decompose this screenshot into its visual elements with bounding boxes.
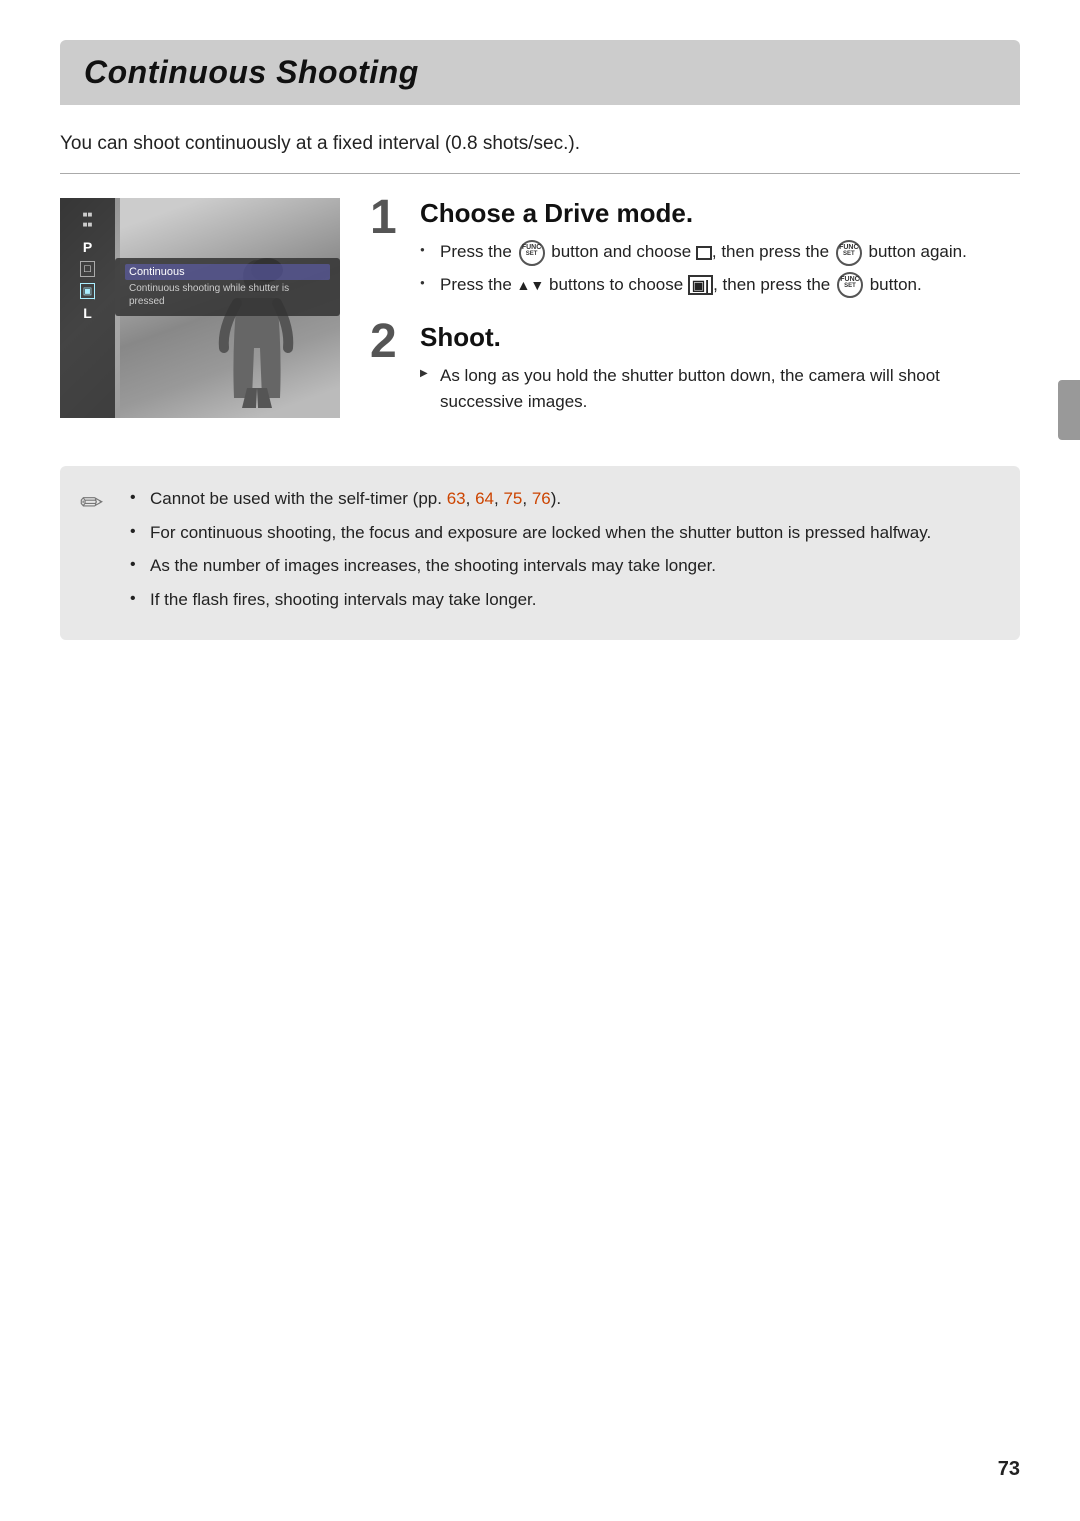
note-list: Cannot be used with the self-timer (pp. … [130,486,996,612]
note-box: ✏ Cannot be used with the self-timer (pp… [60,466,1020,640]
arrows-icon: ▲▼ [517,277,545,293]
func-set-button-1 [519,240,545,266]
step-1-title: Choose a Drive mode. [420,198,1020,229]
step-1-content: Choose a Drive mode. Press the button an… [420,198,1020,304]
cont-drive-icon: ▣| [688,275,713,296]
cam-mode-p: P [83,239,92,255]
step-2-number: 2 [370,318,420,366]
note-item-4: If the flash fires, shooting intervals m… [130,587,996,613]
main-content: ■■■■ P □ ▣| L Continuous Continuous shoo… [60,198,1020,438]
single-frame-icon [696,246,712,260]
cam-icon-top: ■■■■ [83,210,93,229]
link-76[interactable]: 76 [532,489,551,508]
page-title: Continuous Shooting [84,54,996,91]
note-item-3: As the number of images increases, the s… [130,553,996,579]
func-set-button-2 [836,240,862,266]
step-2-bullets: As long as you hold the shutter button d… [420,363,1020,414]
subtitle: You can shoot continuously at a fixed in… [60,133,1020,174]
cam-cont-icon: ▣| [80,283,95,299]
link-75[interactable]: 75 [503,489,522,508]
step-1-bullet-1: Press the button and choose , then press… [420,239,1020,266]
note-item-2: For continuous shooting, the focus and e… [130,520,996,546]
menu-continuous-label: Continuous [125,264,330,280]
step-1-number: 1 [370,194,420,242]
step-1-bullets: Press the button and choose , then press… [420,239,1020,298]
link-64[interactable]: 64 [475,489,494,508]
camera-screenshot: ■■■■ P □ ▣| L Continuous Continuous shoo… [60,198,340,418]
camera-sidebar: ■■■■ P □ ▣| L [60,198,115,418]
title-bar: Continuous Shooting [60,40,1020,105]
steps-area: 1 Choose a Drive mode. Press the button … [370,198,1020,438]
step-2-title: Shoot. [420,322,1020,353]
step-1-bullet-2: Press the ▲▼ buttons to choose ▣|, then … [420,272,1020,299]
cam-mode-l: L [83,305,92,321]
step-2-content: Shoot. As long as you hold the shutter b… [420,322,1020,420]
cam-single-icon: □ [80,261,95,277]
step-2: 2 Shoot. As long as you hold the shutter… [370,322,1020,420]
link-63[interactable]: 63 [447,489,466,508]
pencil-icon: ✏ [80,486,103,519]
step-1: 1 Choose a Drive mode. Press the button … [370,198,1020,304]
note-item-1: Cannot be used with the self-timer (pp. … [130,486,996,512]
func-set-button-3 [837,272,863,298]
menu-continuous-sublabel: Continuous shooting while shutter is pre… [125,280,330,310]
right-tab [1058,380,1080,440]
page-number: 73 [998,1458,1020,1481]
step-2-bullet-1: As long as you hold the shutter button d… [420,363,1020,414]
camera-menu-overlay: Continuous Continuous shooting while shu… [115,258,340,316]
